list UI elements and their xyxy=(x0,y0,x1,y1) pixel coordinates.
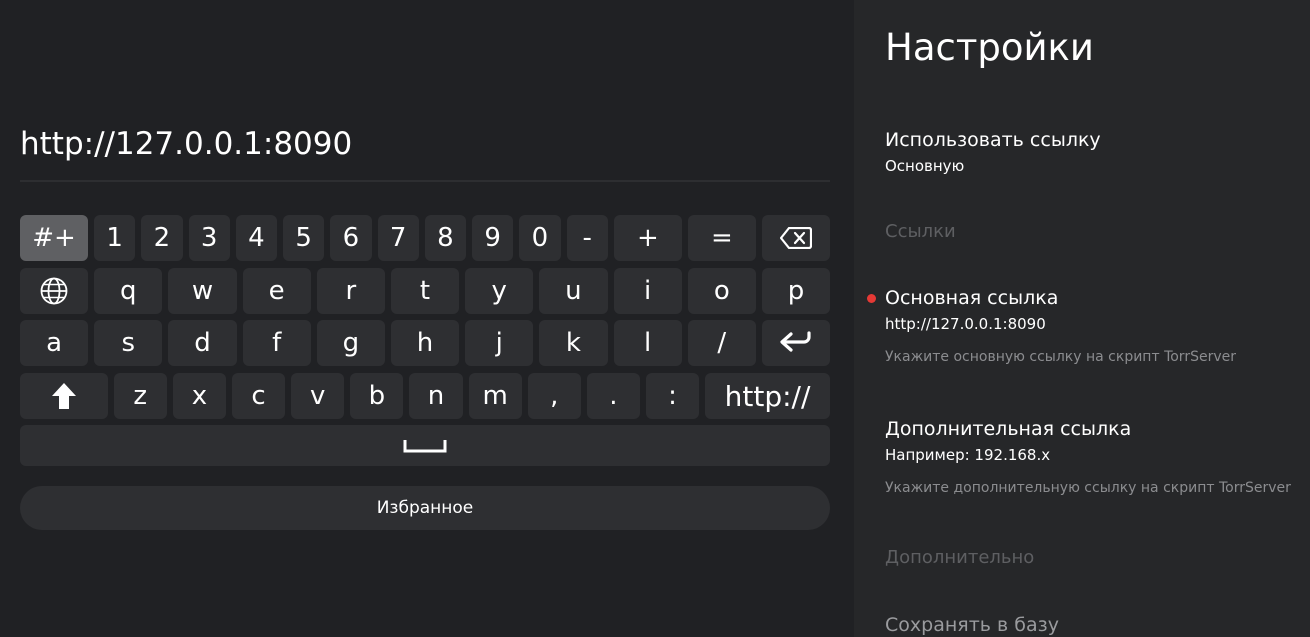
key-m[interactable]: m xyxy=(468,373,522,419)
keyboard-row-4: z x c v b n m , . : http:// xyxy=(20,373,830,419)
enter-icon xyxy=(780,331,811,352)
key-q[interactable]: q xyxy=(94,268,163,314)
key-n[interactable]: n xyxy=(409,373,463,419)
extra-link-value: Например: 192.168.x xyxy=(885,446,1051,464)
shift-icon xyxy=(51,383,76,409)
focus-dot xyxy=(867,294,876,303)
http-key[interactable]: http:// xyxy=(705,373,830,419)
key-1[interactable]: 1 xyxy=(94,215,136,261)
keyboard-row-1: #+ 1 2 3 4 5 6 7 8 9 0 - + = xyxy=(20,215,830,261)
key-9[interactable]: 9 xyxy=(472,215,514,261)
key-u[interactable]: u xyxy=(539,268,608,314)
shift-key[interactable] xyxy=(20,373,108,419)
key-g[interactable]: g xyxy=(316,320,385,366)
key-minus[interactable]: - xyxy=(566,215,608,261)
key-v[interactable]: v xyxy=(291,373,345,419)
key-colon[interactable]: : xyxy=(645,373,700,419)
key-z[interactable]: z xyxy=(113,373,167,419)
key-f[interactable]: f xyxy=(242,320,311,366)
main-link-value: http://127.0.0.1:8090 xyxy=(885,315,1046,333)
key-comma[interactable]: , xyxy=(527,373,581,419)
key-h[interactable]: h xyxy=(390,320,460,366)
favorites-button[interactable]: Избранное xyxy=(20,486,830,530)
backspace-icon xyxy=(779,227,812,249)
key-i[interactable]: i xyxy=(613,268,682,314)
language-key[interactable] xyxy=(20,268,89,314)
key-s[interactable]: s xyxy=(94,320,163,366)
key-0[interactable]: 0 xyxy=(519,215,561,261)
more-section-label: Дополнительно xyxy=(885,547,1035,568)
key-e[interactable]: e xyxy=(242,268,311,314)
key-a[interactable]: a xyxy=(20,320,89,366)
backspace-key[interactable] xyxy=(761,215,830,261)
key-7[interactable]: 7 xyxy=(377,215,419,261)
keyboard-row-2: q w e r t y u i o p xyxy=(20,268,831,314)
globe-icon xyxy=(40,277,68,305)
key-j[interactable]: j xyxy=(465,320,534,366)
key-equals[interactable]: = xyxy=(687,215,756,261)
key-plus[interactable]: + xyxy=(613,215,682,261)
key-t[interactable]: t xyxy=(390,268,460,314)
key-period[interactable]: . xyxy=(586,373,640,419)
url-input[interactable]: http://127.0.0.1:8090 xyxy=(20,122,830,182)
key-l[interactable]: l xyxy=(613,320,682,366)
main-link-name: Основная ссылка xyxy=(885,287,1059,309)
keyboard-panel: http://127.0.0.1:8090 #+ 1 2 3 4 5 6 7 8… xyxy=(0,0,854,637)
settings-panel: Настройки Использовать ссылку Основную С… xyxy=(854,0,1310,637)
key-b[interactable]: b xyxy=(350,373,404,419)
keyboard-row-3: a s d f g h j k l / xyxy=(20,320,831,366)
key-8[interactable]: 8 xyxy=(424,215,467,261)
symbols-key[interactable]: #+ xyxy=(20,215,89,261)
use-link-value: Основную xyxy=(885,157,965,175)
links-section-label: Ссылки xyxy=(885,221,956,242)
key-3[interactable]: 3 xyxy=(188,215,230,261)
settings-title: Настройки xyxy=(885,26,1094,69)
app: http://127.0.0.1:8090 #+ 1 2 3 4 5 6 7 8… xyxy=(0,0,1310,637)
key-o[interactable]: o xyxy=(687,268,756,314)
use-link-name: Использовать ссылку xyxy=(885,129,1101,151)
key-slash[interactable]: / xyxy=(687,320,756,366)
key-y[interactable]: y xyxy=(465,268,534,314)
main-link-item[interactable]: Основная ссылка http://127.0.0.1:8090 Ук… xyxy=(867,286,1295,366)
key-4[interactable]: 4 xyxy=(235,215,278,261)
use-link-item[interactable]: Использовать ссылку Основную xyxy=(885,128,1295,176)
key-k[interactable]: k xyxy=(539,320,608,366)
extra-link-name: Дополнительная ссылка xyxy=(885,418,1132,440)
save-to-db-name: Сохранять в базу xyxy=(885,614,1059,636)
key-c[interactable]: c xyxy=(231,373,286,419)
key-x[interactable]: x xyxy=(172,373,226,419)
extra-link-item[interactable]: Дополнительная ссылка Например: 192.168.… xyxy=(885,417,1295,497)
main-link-description: Укажите основную ссылку на скрипт TorrSe… xyxy=(885,349,1236,365)
key-6[interactable]: 6 xyxy=(330,215,372,261)
enter-key[interactable] xyxy=(761,320,831,366)
key-w[interactable]: w xyxy=(168,268,237,314)
space-icon xyxy=(403,439,447,452)
key-p[interactable]: p xyxy=(761,268,831,314)
key-d[interactable]: d xyxy=(168,320,237,366)
extra-link-description: Укажите дополнительную ссылку на скрипт … xyxy=(885,480,1291,496)
key-r[interactable]: r xyxy=(316,268,385,314)
space-key[interactable] xyxy=(20,425,830,466)
key-5[interactable]: 5 xyxy=(283,215,325,261)
key-2[interactable]: 2 xyxy=(141,215,183,261)
save-to-db-item[interactable]: Сохранять в базу xyxy=(885,613,1295,637)
